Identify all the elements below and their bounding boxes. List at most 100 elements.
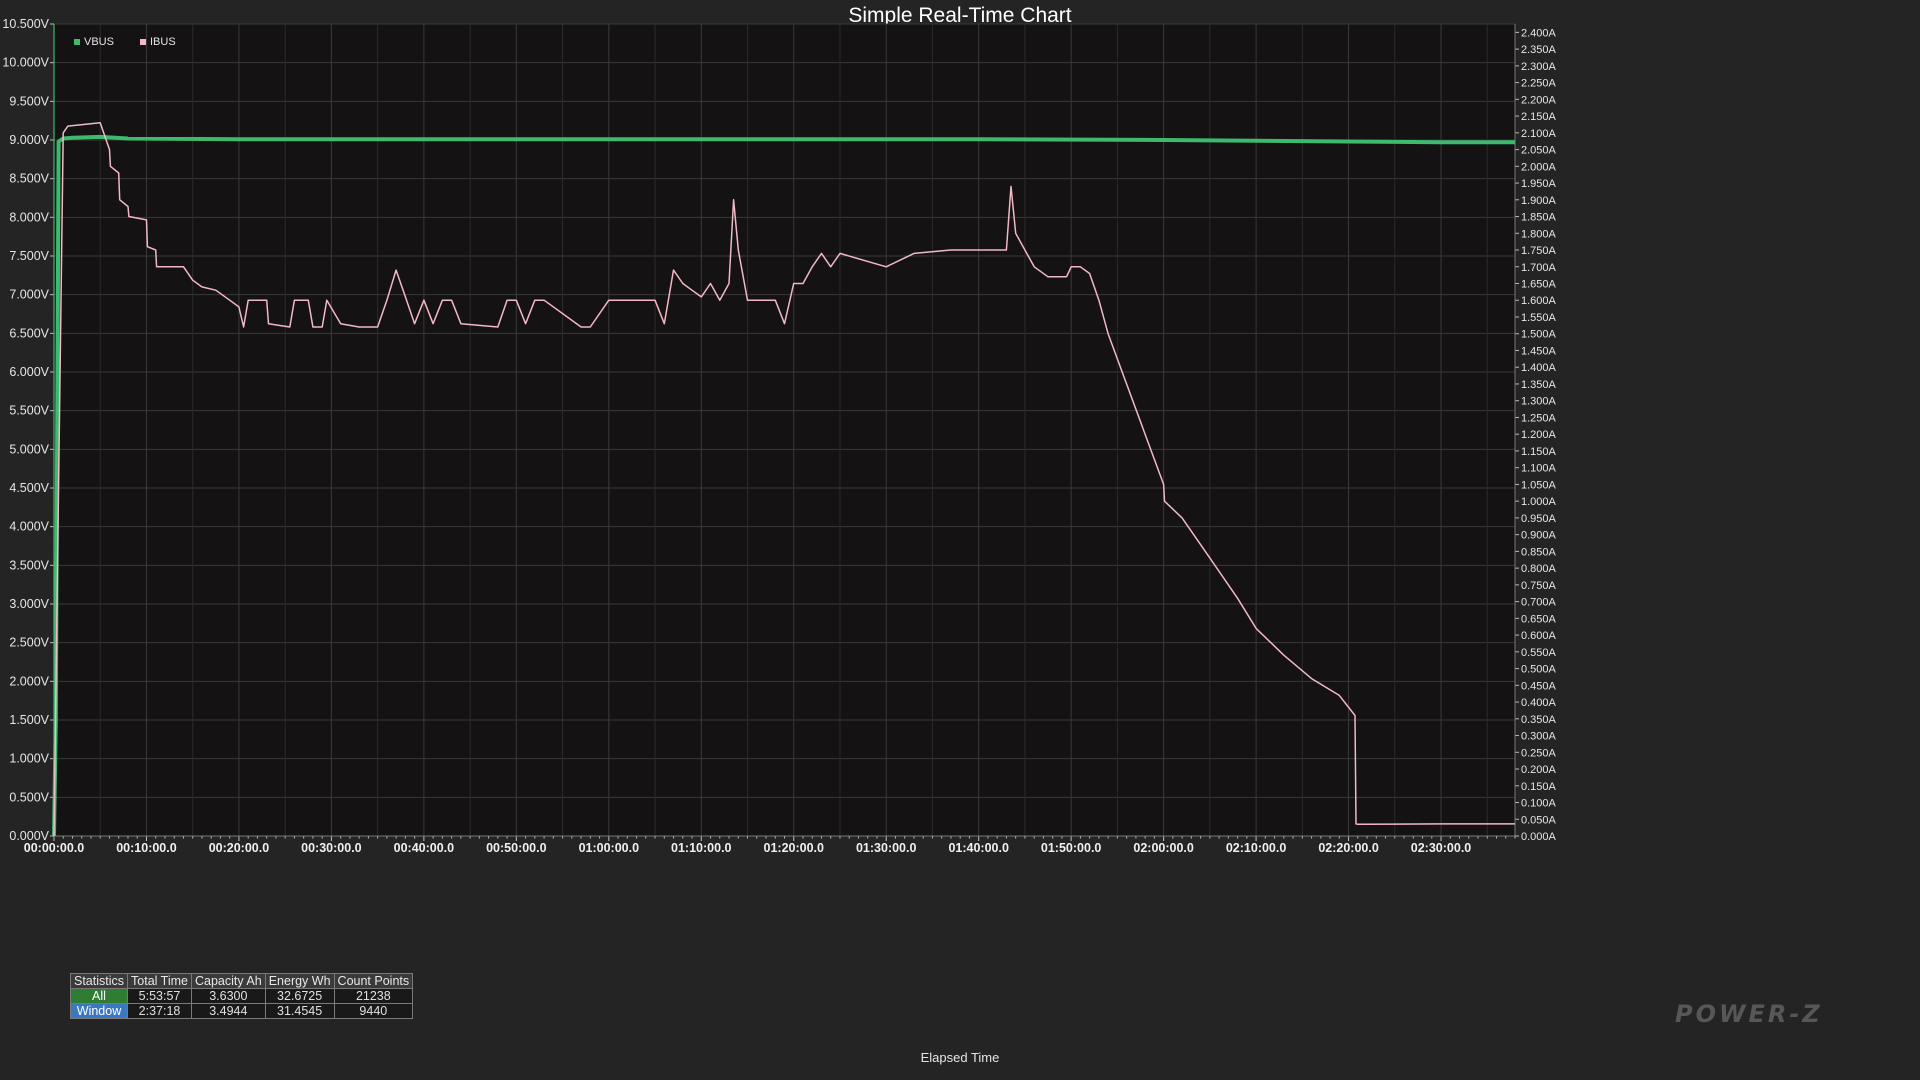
y2-tick-label: 0.800A <box>1521 563 1557 575</box>
y-tick-label: 4.000V <box>9 520 49 534</box>
y2-tick-label: 1.000A <box>1521 496 1557 508</box>
x-tick-label: 01:10:00.0 <box>671 841 732 855</box>
y2-tick-label: 2.250A <box>1521 78 1557 90</box>
y-tick-label: 6.000V <box>9 365 49 379</box>
statistics-window-label: Window <box>69 1003 129 1019</box>
statistics-row-window: Window 2:37:18 3.4944 31.4545 9440 <box>69 1003 414 1019</box>
x-tick-label: 00:00:00.0 <box>24 841 85 855</box>
x-tick-label: 02:10:00.0 <box>1226 841 1287 855</box>
statistics-all-total-time: 5:53:57 <box>127 988 192 1004</box>
x-tick-label: 02:20:00.0 <box>1318 841 1379 855</box>
y-tick-label: 2.500V <box>9 636 49 650</box>
y2-tick-label: 1.750A <box>1521 245 1557 257</box>
y2-tick-label: 0.950A <box>1521 513 1557 525</box>
y2-tick-label: 1.900A <box>1521 195 1557 207</box>
y-tick-label: 8.500V <box>9 172 49 186</box>
x-tick-label: 01:20:00.0 <box>764 841 825 855</box>
chart-canvas: Simple Real-Time Chart 0.000V0.500V1.000… <box>0 0 1920 1080</box>
y2-tick-label: 1.350A <box>1521 379 1557 391</box>
y2-tick-label: 0.850A <box>1521 546 1557 558</box>
right-axis: 0.000A 0.050A 0.100A 0.150A 0.200A 0.250A 0.30… <box>1514 24 1557 843</box>
statistics-window-total-time: 2:37:18 <box>127 1003 192 1019</box>
statistics-header-capacity: Capacity Ah <box>190 973 266 989</box>
statistics-window-energy: 31.4545 <box>264 1003 335 1019</box>
statistics-header-label: Statistics <box>69 973 129 989</box>
x-tick-label: 00:40:00.0 <box>394 841 455 855</box>
statistics-header-energy: Energy Wh <box>264 973 335 989</box>
x-axis-label: Elapsed Time <box>921 1050 1000 1065</box>
y-tick-label: 9.000V <box>9 133 49 147</box>
y-tick-label: 10.000V <box>2 56 49 70</box>
y-tick-label: 5.500V <box>9 404 49 418</box>
y2-tick-label: 2.350A <box>1521 44 1557 56</box>
x-tick-label: 00:10:00.0 <box>116 841 177 855</box>
y2-tick-label: 1.200A <box>1521 429 1557 441</box>
statistics-all-capacity: 3.6300 <box>190 988 266 1004</box>
x-tick-label: 00:50:00.0 <box>486 841 547 855</box>
y2-tick-label: 1.300A <box>1521 396 1557 408</box>
y2-tick-label: 0.100A <box>1521 798 1557 810</box>
statistics-window-count: 9440 <box>333 1003 414 1019</box>
y2-tick-label: 2.200A <box>1521 94 1557 106</box>
y2-tick-label: 0.750A <box>1521 580 1557 592</box>
x-tick-label: 01:50:00.0 <box>1041 841 1102 855</box>
statistics-table: Statistics Total Time Capacity Ah Energy… <box>69 973 414 1019</box>
legend-label-vbus[interactable]: VBUS <box>84 36 114 48</box>
y2-tick-label: 0.600A <box>1521 630 1557 642</box>
x-tick-label: 00:20:00.0 <box>209 841 270 855</box>
legend-label-ibus[interactable]: IBUS <box>150 36 176 48</box>
y-tick-label: 4.500V <box>9 481 49 495</box>
y2-tick-label: 0.650A <box>1521 613 1557 625</box>
x-tick-label: 01:40:00.0 <box>948 841 1009 855</box>
y2-tick-label: 2.400A <box>1521 27 1557 39</box>
y2-tick-label: 2.150A <box>1521 111 1557 123</box>
x-tick-label: 02:00:00.0 <box>1133 841 1194 855</box>
x-tick-label: 00:30:00.0 <box>301 841 362 855</box>
statistics-header-total-time: Total Time <box>127 973 192 989</box>
y2-tick-label: 0.000A <box>1521 831 1557 843</box>
y-tick-label: 1.000V <box>9 752 49 766</box>
y2-tick-label: 0.300A <box>1521 731 1557 743</box>
statistics-window-capacity: 3.4944 <box>190 1003 266 1019</box>
statistics-all-energy: 32.6725 <box>264 988 335 1004</box>
legend-swatch-vbus[interactable] <box>74 39 80 45</box>
y-tick-label: 2.000V <box>9 674 49 688</box>
y2-tick-label: 0.450A <box>1521 680 1557 692</box>
y2-tick-label: 0.200A <box>1521 764 1557 776</box>
y2-tick-label: 1.150A <box>1521 446 1557 458</box>
y2-tick-label: 1.600A <box>1521 295 1557 307</box>
y-tick-label: 1.500V <box>9 713 49 727</box>
y-tick-label: 5.000V <box>9 442 49 456</box>
statistics-row-all: All 5:53:57 3.6300 32.6725 21238 <box>69 988 414 1004</box>
y-tick-label: 3.500V <box>9 558 49 572</box>
y2-tick-label: 1.700A <box>1521 262 1557 274</box>
y2-tick-label: 1.400A <box>1521 362 1557 374</box>
y2-tick-label: 0.550A <box>1521 647 1557 659</box>
x-tick-label: 01:00:00.0 <box>579 841 640 855</box>
y2-tick-label: 0.700A <box>1521 597 1557 609</box>
x-tick-label: 01:30:00.0 <box>856 841 917 855</box>
y2-tick-label: 1.650A <box>1521 279 1557 291</box>
y2-tick-label: 2.000A <box>1521 161 1557 173</box>
plot-area[interactable] <box>54 24 1515 836</box>
y2-tick-label: 1.050A <box>1521 479 1557 491</box>
y-tick-label: 0.500V <box>9 790 49 804</box>
y2-tick-label: 0.500A <box>1521 664 1557 676</box>
statistics-all-label: All <box>69 988 129 1004</box>
y-tick-label: 6.500V <box>9 326 49 340</box>
statistics-header-count: Count Points <box>333 973 414 989</box>
statistics-header-row: Statistics Total Time Capacity Ah Energy… <box>69 973 414 989</box>
x-tick-label: 02:30:00.0 <box>1411 841 1472 855</box>
y-tick-label: 10.500V <box>2 17 49 31</box>
y2-tick-label: 2.050A <box>1521 145 1557 157</box>
y2-tick-label: 1.100A <box>1521 463 1557 475</box>
chart-window: Simple Real-Time Chart 0.000V 0.500V 1.000… <box>0 0 1920 1080</box>
y2-tick-label: 1.950A <box>1521 178 1557 190</box>
y2-tick-label: 1.500A <box>1521 329 1557 341</box>
y2-tick-label: 0.150A <box>1521 781 1557 793</box>
legend-swatch-ibus[interactable] <box>140 39 146 45</box>
watermark-logo: POWER-Z <box>1675 1000 1823 1028</box>
y2-tick-label: 1.850A <box>1521 212 1557 224</box>
y2-tick-label: 0.250A <box>1521 747 1557 759</box>
y-tick-label: 8.000V <box>9 210 49 224</box>
